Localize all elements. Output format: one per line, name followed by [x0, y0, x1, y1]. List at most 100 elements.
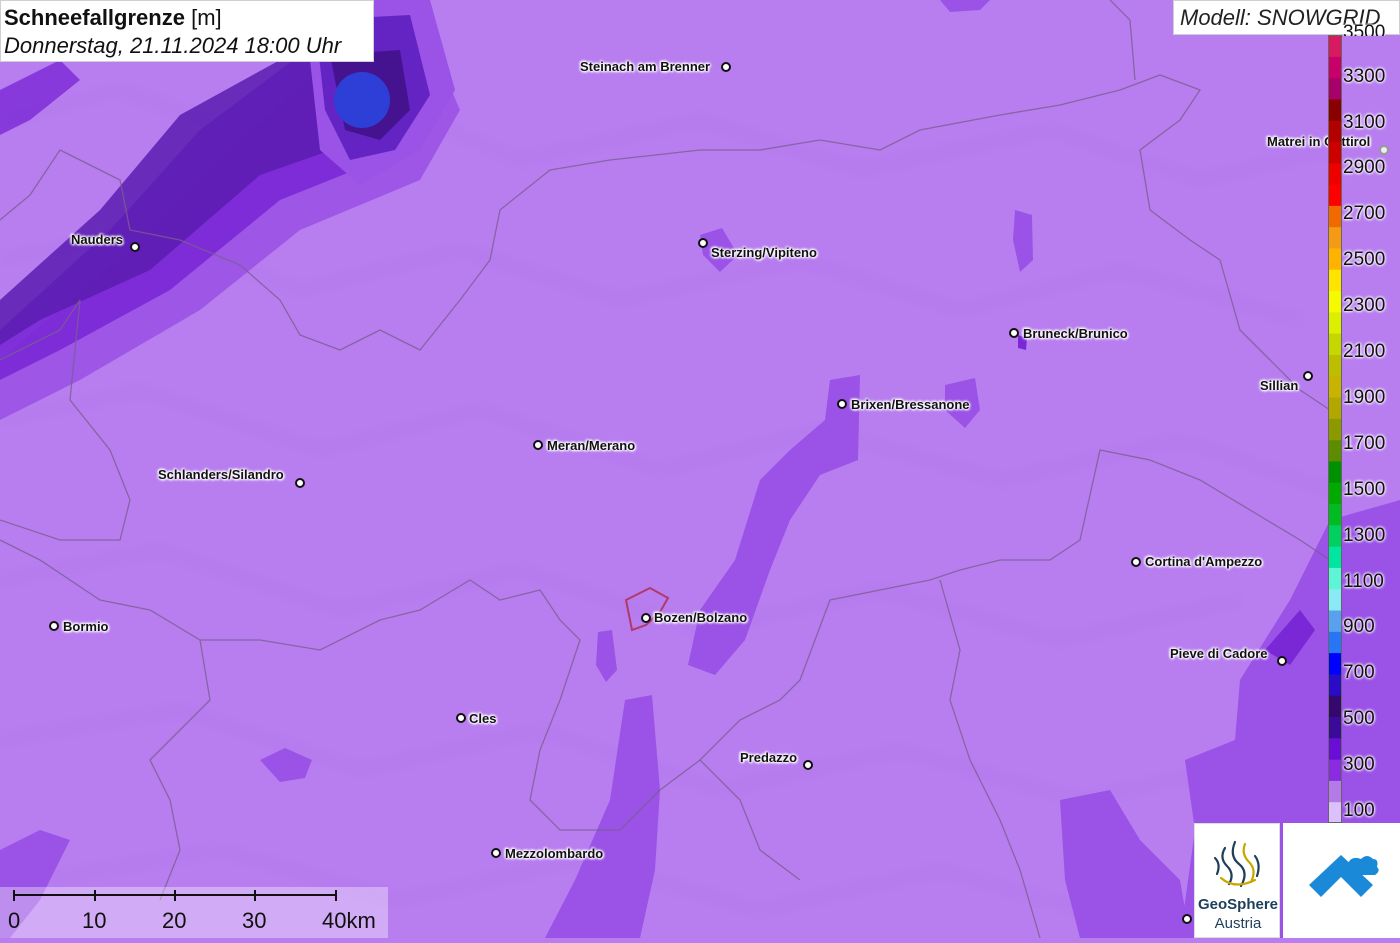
place-dot[interactable] [1009, 328, 1019, 338]
place-dot[interactable] [130, 242, 140, 252]
legend-swatch [1328, 311, 1342, 334]
place-label-sillian[interactable]: Sillian [1260, 378, 1298, 393]
place-label-brixen[interactable]: Brixen/Bressanone [851, 397, 970, 412]
place-label-cles[interactable]: Cles [469, 711, 496, 726]
place-label-predazzo[interactable]: Predazzo [740, 750, 797, 765]
legend-swatch [1328, 673, 1342, 696]
place-label-matrei[interactable]: Matrei in Osttirol [1267, 134, 1370, 149]
map-title-main: Schneefallgrenze [4, 5, 185, 30]
scale-label: 0 [8, 908, 21, 933]
place-label-bruneck[interactable]: Bruneck/Brunico [1023, 326, 1128, 341]
legend-swatch [1328, 567, 1342, 590]
legend-swatch [1328, 290, 1342, 313]
place-label-meran[interactable]: Meran/Merano [547, 438, 635, 453]
place-dot[interactable] [1131, 557, 1141, 567]
place-label-nauders[interactable]: Nauders [71, 232, 123, 247]
legend-label: 3100 [1343, 111, 1386, 133]
scale-label: 20 [162, 908, 187, 933]
place-label-bormio[interactable]: Bormio [63, 619, 109, 634]
place-label-bozen[interactable]: Bozen/Bolzano [654, 610, 747, 625]
legend-label: 1900 [1343, 386, 1386, 408]
legend-swatch [1328, 801, 1342, 823]
legend-swatch [1328, 482, 1342, 505]
legend-swatch [1328, 226, 1342, 249]
place-dot[interactable] [533, 440, 543, 450]
place-dot[interactable] [803, 760, 813, 770]
place-label-schlanders[interactable]: Schlanders/Silandro [158, 467, 284, 482]
legend-swatch [1328, 77, 1342, 100]
legend-label: 700 [1343, 662, 1375, 684]
legend-swatch [1328, 247, 1342, 270]
place-dot[interactable] [641, 613, 651, 623]
place-label-pieve[interactable]: Pieve di Cadore [1170, 646, 1268, 661]
legend-swatch [1328, 652, 1342, 675]
legend-swatch [1328, 375, 1342, 398]
map-title: Schneefallgrenze [m] [4, 4, 373, 32]
legend-swatch [1328, 98, 1342, 121]
legend-label: 3300 [1343, 65, 1386, 87]
map-datetime: Donnerstag, 21.11.2024 18:00 Uhr [4, 33, 342, 58]
legend-label: 1500 [1343, 478, 1386, 500]
legend-label: 2100 [1343, 341, 1386, 362]
legend-label: 300 [1343, 754, 1375, 776]
legend-label: 1100 [1343, 570, 1384, 592]
place-dot[interactable] [1277, 656, 1287, 666]
legend-swatch [1328, 141, 1342, 164]
place-dot[interactable] [295, 478, 305, 488]
legend-swatch [1328, 716, 1342, 739]
legend-swatch [1328, 546, 1342, 568]
place-dot[interactable] [837, 399, 847, 409]
legend-swatch [1328, 695, 1342, 718]
scale-label: 30 [242, 908, 267, 933]
snowgrid-logo[interactable] [1283, 823, 1400, 938]
legend-swatch [1328, 184, 1342, 206]
scale-label: 40km [322, 908, 376, 933]
geosphere-logo-subtitle: Austria [1214, 915, 1262, 932]
legend-label: 2900 [1343, 157, 1386, 179]
legend-label: 2300 [1343, 295, 1386, 317]
legend-swatch [1328, 631, 1342, 654]
legend-swatch [1328, 737, 1342, 760]
legend-swatch [1328, 354, 1342, 377]
map-title-unit: [m] [191, 5, 222, 30]
map-title-box: Schneefallgrenze [m] Donnerstag, 21.11.2… [0, 0, 374, 62]
place-dot[interactable] [1182, 914, 1192, 924]
scale-bar: 0 10 20 30 40km [0, 887, 388, 938]
place-dot[interactable] [1379, 145, 1389, 155]
place-dot[interactable] [49, 621, 59, 631]
place-label-mezzolombardo[interactable]: Mezzolombardo [505, 846, 603, 861]
legend-swatch [1328, 460, 1342, 483]
legend-swatch [1328, 162, 1342, 185]
legend-swatch [1328, 333, 1342, 355]
place-dot[interactable] [456, 713, 466, 723]
geosphere-logo-mark [1213, 840, 1260, 888]
legend-swatch [1328, 759, 1342, 781]
legend-label: 3500 [1343, 22, 1386, 36]
legend-swatch [1328, 610, 1342, 632]
legend-swatch [1328, 418, 1342, 441]
place-dot[interactable] [721, 62, 731, 72]
place-dot[interactable] [491, 848, 501, 858]
legend-label: 100 [1343, 800, 1375, 821]
legend-label: 500 [1343, 708, 1375, 730]
legend-label: 1300 [1343, 524, 1386, 546]
place-label-sterzing[interactable]: Sterzing/Vipiteno [711, 245, 817, 260]
legend-swatch [1328, 780, 1342, 803]
legend-swatch [1328, 35, 1342, 57]
place-dot[interactable] [698, 238, 708, 248]
geosphere-logo-title: GeoSphere [1197, 896, 1279, 913]
legend-swatch [1328, 588, 1342, 611]
legend-swatch [1328, 120, 1342, 142]
scale-label: 10 [82, 908, 107, 933]
legend-swatch [1328, 269, 1342, 292]
legend-swatch [1328, 503, 1342, 526]
place-dot[interactable] [1303, 371, 1313, 381]
legend-swatch [1328, 397, 1342, 419]
place-label-steinach[interactable]: Steinach am Brenner [580, 59, 710, 74]
place-label-cortina[interactable]: Cortina d'Ampezzo [1145, 554, 1262, 569]
geosphere-logo[interactable]: GeoSphere Austria [1194, 823, 1280, 938]
legend-swatch [1328, 205, 1342, 228]
legend-swatch [1328, 439, 1342, 462]
legend-swatch [1328, 56, 1342, 79]
legend-label: 2700 [1343, 203, 1386, 225]
